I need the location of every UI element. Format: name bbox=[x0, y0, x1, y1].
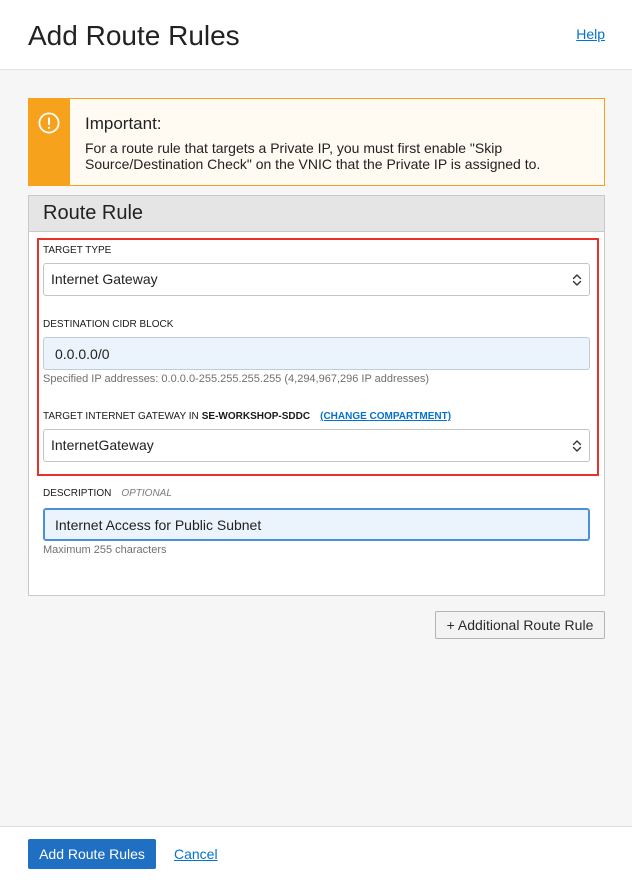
target-type-value: Internet Gateway bbox=[51, 271, 158, 287]
target-gateway-select[interactable]: InternetGateway bbox=[43, 429, 590, 462]
panel-title: Route Rule bbox=[43, 202, 144, 224]
target-gateway-label: TARGET INTERNET GATEWAY IN SE-WORKSHOP-SD… bbox=[43, 411, 590, 423]
description-field: DESCRIPTION OPTIONAL Maximum 255 characte… bbox=[43, 488, 590, 557]
destination-cidr-field: DESTINATION CIDR BLOCK Specified IP addr… bbox=[43, 319, 590, 386]
target-gateway-label-text: TARGET INTERNET GATEWAY IN bbox=[43, 411, 199, 422]
destination-cidr-hint: Specified IP addresses: 0.0.0.0-255.255.… bbox=[43, 373, 430, 385]
route-rule-panel: Route Rule TARGET TYPE Internet Gateway … bbox=[28, 195, 605, 596]
cancel-link[interactable]: Cancel bbox=[174, 846, 218, 862]
target-type-select[interactable]: Internet Gateway bbox=[43, 263, 590, 296]
chevron-up-down-icon bbox=[572, 274, 582, 286]
description-hint: Maximum 255 characters bbox=[43, 544, 167, 556]
target-type-field: TARGET TYPE Internet Gateway bbox=[43, 245, 590, 296]
target-type-label: TARGET TYPE bbox=[43, 245, 112, 256]
panel-header: Route Rule bbox=[29, 196, 604, 232]
help-link[interactable]: Help bbox=[576, 26, 605, 42]
description-label: DESCRIPTION OPTIONAL bbox=[43, 488, 590, 500]
chevron-up-down-icon bbox=[572, 440, 582, 452]
alert-circle-icon bbox=[38, 112, 60, 134]
additional-route-rule-button[interactable]: + Additional Route Rule bbox=[435, 611, 605, 639]
alert-title: Important: bbox=[85, 114, 162, 133]
add-route-rules-dialog: Add Route Rules Help Important: For a ro… bbox=[0, 0, 632, 880]
description-label-text: DESCRIPTION bbox=[43, 488, 112, 499]
compartment-name: SE-WORKSHOP-SDDC bbox=[201, 411, 311, 422]
change-compartment-link[interactable]: (CHANGE COMPARTMENT) bbox=[320, 411, 451, 422]
add-route-rules-button[interactable]: Add Route Rules bbox=[28, 838, 156, 869]
alert-message: For a route rule that targets a Private … bbox=[85, 140, 541, 172]
optional-tag: OPTIONAL bbox=[121, 488, 172, 499]
target-gateway-field: TARGET INTERNET GATEWAY IN SE-WORKSHOP-SD… bbox=[43, 411, 590, 462]
dialog-body: Important: For a route rule that targets… bbox=[0, 70, 632, 826]
page-title: Add Route Rules bbox=[28, 20, 240, 51]
important-alert: Important: For a route rule that targets… bbox=[28, 98, 605, 186]
destination-cidr-label: DESTINATION CIDR BLOCK bbox=[43, 319, 174, 330]
destination-cidr-input[interactable] bbox=[43, 337, 590, 370]
description-input[interactable] bbox=[43, 508, 590, 541]
target-gateway-value: InternetGateway bbox=[51, 437, 154, 453]
dialog-header: Add Route Rules Help bbox=[0, 0, 632, 70]
dialog-footer: Add Route Rules Cancel bbox=[0, 826, 632, 880]
alert-strip bbox=[28, 98, 70, 186]
